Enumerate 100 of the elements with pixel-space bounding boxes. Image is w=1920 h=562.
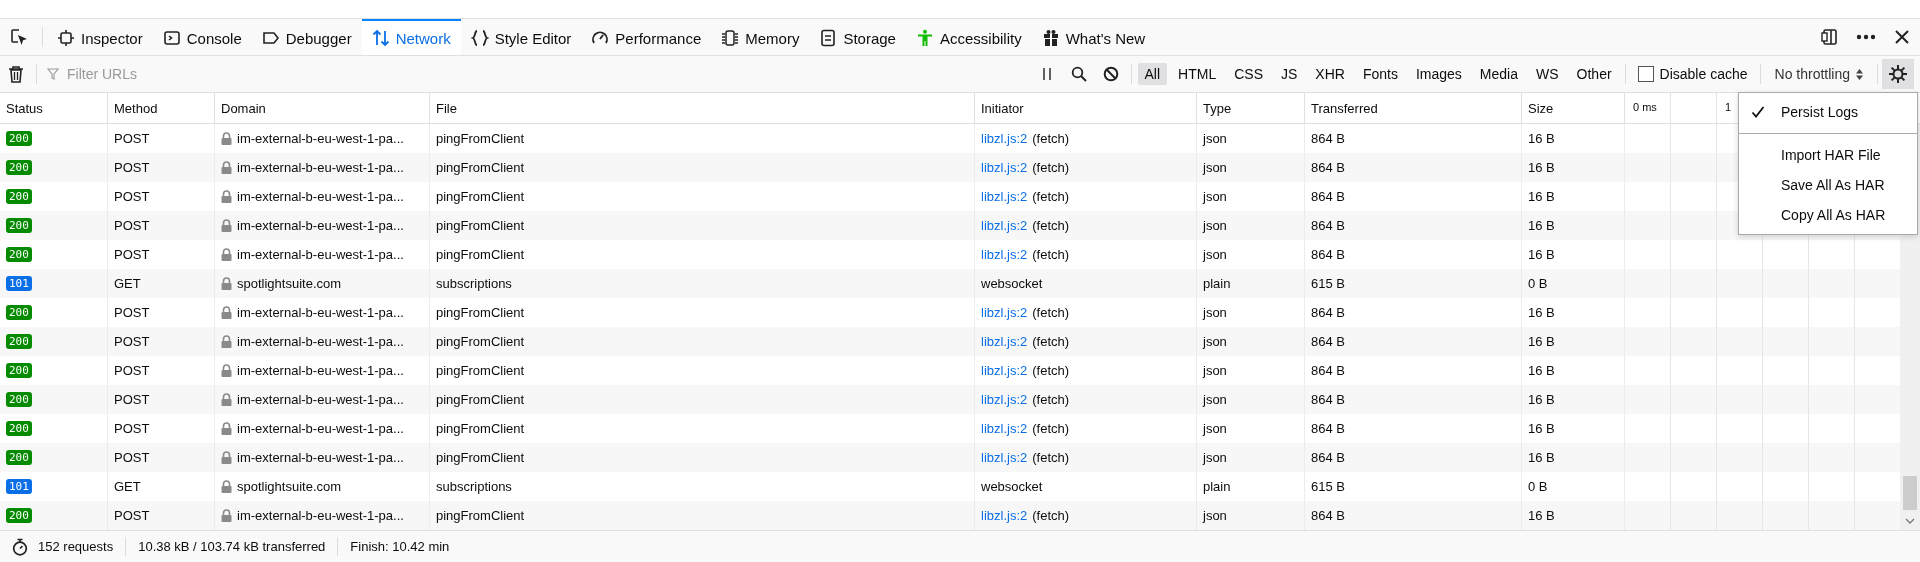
table-cell: subscriptions: [436, 479, 512, 494]
column-header[interactable]: Initiator: [975, 93, 1197, 123]
table-cell: json: [1203, 218, 1227, 233]
chip-icon: [721, 29, 740, 47]
table-cell: POST: [114, 305, 150, 320]
type-filter-button[interactable]: Images: [1408, 63, 1469, 85]
devtools-tab[interactable]: Storage: [809, 19, 906, 55]
table-cell: GET: [114, 276, 141, 291]
initiator-link[interactable]: libzl.js:2: [981, 363, 1028, 378]
initiator-link[interactable]: libzl.js:2: [981, 160, 1028, 175]
storage-icon: [819, 29, 838, 47]
filter-input[interactable]: Filter URLs: [65, 65, 1031, 83]
menu-item[interactable]: Import HAR File: [1739, 140, 1917, 170]
crosshair-icon: [57, 29, 75, 47]
devtools-tab[interactable]: Accessibility: [905, 19, 1032, 55]
table-cell: 16 B: [1528, 305, 1555, 320]
table-cell: 0 B: [1528, 479, 1548, 494]
table-cell: 16 B: [1528, 450, 1555, 465]
type-filter-button[interactable]: Fonts: [1355, 63, 1405, 85]
table-cell: pingFromClient: [436, 247, 525, 262]
table-cell: 16 B: [1528, 508, 1555, 523]
stopwatch-icon: [12, 537, 28, 556]
devtools-tab[interactable]: Memory: [711, 19, 810, 55]
status-badge: 200: [6, 218, 32, 233]
type-filter-button[interactable]: WS: [1529, 63, 1566, 85]
devtools-tab[interactable]: Performance: [581, 19, 712, 55]
table-cell: pingFromClient: [436, 450, 525, 465]
table-cell: 16 B: [1528, 189, 1555, 204]
initiator-link[interactable]: libzl.js:2: [981, 189, 1028, 204]
initiator-link[interactable]: libzl.js:2: [981, 305, 1028, 320]
type-filter-button[interactable]: Media: [1472, 63, 1525, 85]
table-cell: 16 B: [1528, 131, 1555, 146]
table-cell: pingFromClient: [436, 392, 525, 407]
column-header[interactable]: Domain: [215, 93, 430, 123]
table-cell: json: [1203, 247, 1227, 262]
column-header[interactable]: Transferred: [1305, 93, 1522, 123]
table-cell: (fetch): [1032, 508, 1070, 523]
table-cell: POST: [114, 189, 150, 204]
status-badge: 200: [6, 305, 32, 320]
initiator-link[interactable]: libzl.js:2: [981, 450, 1028, 465]
table-cell: spotlightsuite.com: [237, 479, 342, 494]
type-filter-button[interactable]: CSS: [1227, 63, 1270, 85]
devtools-tab[interactable]: Inspector: [47, 19, 153, 55]
menu-item[interactable]: Save All As HAR: [1739, 170, 1917, 200]
column-header[interactable]: Size: [1522, 93, 1625, 123]
table-cell: im-external-b-eu-west-1-pa...: [237, 392, 404, 407]
scrollbar-thumb[interactable]: [1903, 476, 1917, 510]
scroll-down-icon[interactable]: [1905, 518, 1915, 524]
devtools-tab[interactable]: What's New: [1031, 19, 1156, 55]
column-header[interactable]: Method: [108, 93, 215, 123]
filter-icon: [47, 68, 59, 80]
throttling-select[interactable]: No throttling: [1764, 66, 1873, 82]
status-badge: 200: [6, 508, 32, 523]
column-header[interactable]: Type: [1197, 93, 1305, 123]
initiator-link[interactable]: libzl.js:2: [981, 392, 1028, 407]
lock-icon: [221, 190, 232, 203]
status-badge: 200: [6, 189, 32, 204]
devtools-tab[interactable]: Debugger: [251, 19, 362, 55]
type-filter-button[interactable]: HTML: [1171, 63, 1224, 85]
table-cell: POST: [114, 508, 150, 523]
table-cell: pingFromClient: [436, 421, 525, 436]
settings-button[interactable]: [1882, 59, 1914, 89]
gift-icon: [1041, 29, 1060, 47]
status-badge: 200: [6, 392, 32, 407]
table-cell: 864 B: [1311, 131, 1345, 146]
lock-icon: [221, 248, 232, 261]
initiator-link[interactable]: libzl.js:2: [981, 131, 1028, 146]
table-cell: json: [1203, 363, 1227, 378]
status-badge: 200: [6, 131, 32, 146]
column-header[interactable]: File: [430, 93, 975, 123]
column-header[interactable]: Status: [0, 93, 108, 123]
menu-item[interactable]: Copy All As HAR: [1739, 200, 1917, 230]
lock-icon: [221, 306, 232, 319]
type-filter-button[interactable]: All: [1137, 63, 1168, 85]
updown-arrows-icon: [1856, 68, 1863, 80]
table-cell: (fetch): [1032, 363, 1070, 378]
table-cell: websocket: [981, 276, 1043, 291]
initiator-link[interactable]: libzl.js:2: [981, 421, 1028, 436]
table-cell: 864 B: [1311, 334, 1345, 349]
table-cell: POST: [114, 334, 150, 349]
disable-cache-checkbox[interactable]: [1637, 66, 1654, 82]
menu-item[interactable]: Persist Logs: [1739, 97, 1917, 127]
table-cell: 16 B: [1528, 218, 1555, 233]
type-filter-button[interactable]: XHR: [1308, 63, 1352, 85]
initiator-link[interactable]: libzl.js:2: [981, 218, 1028, 233]
table-cell: 864 B: [1311, 189, 1345, 204]
initiator-link[interactable]: libzl.js:2: [981, 247, 1028, 262]
table-cell: GET: [114, 479, 141, 494]
table-cell: 16 B: [1528, 421, 1555, 436]
lock-icon: [221, 422, 232, 435]
initiator-link[interactable]: libzl.js:2: [981, 508, 1028, 523]
type-filter-button[interactable]: Other: [1569, 63, 1619, 85]
request-count: 152 requests: [38, 539, 114, 554]
devtools-tab[interactable]: Console: [152, 19, 252, 55]
table-cell: spotlightsuite.com: [237, 276, 342, 291]
table-cell: 864 B: [1311, 363, 1345, 378]
devtools-tab[interactable]: Network: [361, 19, 461, 55]
devtools-tab[interactable]: Style Editor: [460, 19, 582, 55]
type-filter-button[interactable]: JS: [1274, 63, 1305, 85]
initiator-link[interactable]: libzl.js:2: [981, 334, 1028, 349]
